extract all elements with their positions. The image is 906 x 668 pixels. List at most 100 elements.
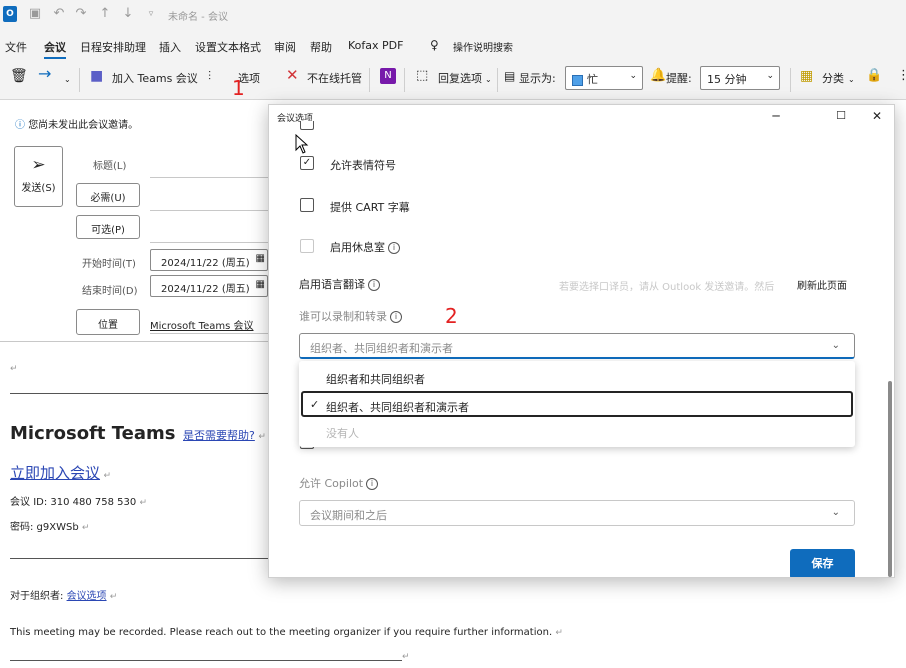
- info-icon[interactable]: i: [366, 478, 379, 490]
- categorize-button[interactable]: 分类: [822, 70, 844, 86]
- info-icon[interactable]: i: [368, 279, 380, 291]
- ribbon: 🗑 → ⌄ ■ 加入 Teams 会议 ⫶ 选项 ✕ 不在线托管 N ⬚ 回复选…: [0, 60, 906, 100]
- close-icon[interactable]: ✕: [870, 109, 884, 123]
- paragraph-mark: ↵: [139, 498, 148, 508]
- record-option-organizers-coorganizers[interactable]: 组织者和共同组织者: [299, 365, 855, 391]
- send-button[interactable]: ➢ 发送(S): [14, 146, 63, 207]
- ribbon-separator: [79, 68, 80, 92]
- cart-checkbox[interactable]: [300, 198, 314, 212]
- join-teams-button[interactable]: 加入 Teams 会议: [112, 70, 198, 86]
- ribbon-separator: [404, 68, 405, 92]
- calendar-icon[interactable]: ▦: [256, 253, 265, 264]
- language-label: 启用语言翻译: [299, 278, 365, 291]
- reminder-select[interactable]: 15 分钟 ⌄: [700, 66, 780, 90]
- end-date-value: 2024/11/22 (周五): [161, 284, 250, 295]
- location-value[interactable]: Microsoft Teams 会议: [150, 317, 254, 332]
- categorize-dropdown-icon[interactable]: ⌄: [848, 73, 855, 87]
- meeting-id: ID: 310 480 758 530: [33, 497, 137, 508]
- send-label: 发送(S): [21, 183, 56, 194]
- active-tab-indicator: [44, 57, 66, 59]
- forward-dropdown-icon[interactable]: ⌄: [64, 73, 71, 87]
- reminder-label: 提醒:: [666, 72, 692, 85]
- annotation-1: 1: [232, 76, 245, 100]
- up-arrow-icon[interactable]: ↑: [98, 7, 112, 21]
- chevron-down-icon: ⌄: [766, 71, 774, 81]
- calendar-icon[interactable]: ▦: [256, 279, 265, 290]
- customize-qat-icon[interactable]: ▿: [144, 7, 158, 21]
- breakout-checkbox[interactable]: [300, 239, 314, 253]
- menu-file[interactable]: 文件: [5, 39, 27, 55]
- unsent-notice: ⓘ 您尚未发出此会议邀请。: [15, 116, 138, 131]
- show-as-select[interactable]: 忙 ⌄: [565, 66, 643, 90]
- language-row: 启用语言翻译 i: [299, 276, 380, 292]
- allow-emoji-label: 允许表情符号: [330, 159, 396, 172]
- forward-icon[interactable]: →: [38, 66, 51, 82]
- more-icon[interactable]: ⋮: [897, 69, 906, 83]
- info-icon[interactable]: i: [388, 242, 400, 254]
- tell-me-search[interactable]: 操作说明搜索: [453, 39, 513, 54]
- save-icon[interactable]: ▣: [28, 7, 42, 21]
- undo-icon[interactable]: ↶: [52, 7, 66, 21]
- redo-icon[interactable]: ↷: [74, 7, 88, 21]
- save-button[interactable]: 保存: [790, 549, 855, 577]
- paragraph-mark: ↵: [402, 652, 410, 662]
- allow-emoji-checkbox[interactable]: ✓: [300, 156, 314, 170]
- not-online-icon[interactable]: ✕: [286, 68, 299, 83]
- record-row: 谁可以录制和转录 i: [299, 308, 402, 324]
- categorize-icon: ▦: [800, 68, 814, 84]
- not-online-button[interactable]: 不在线托管: [307, 70, 362, 86]
- location-button[interactable]: 位置: [76, 309, 140, 335]
- option-label: 组织者和共同组织者: [326, 373, 425, 386]
- meeting-options-dialog: 会议选项 ─ ☐ ✕ ✓ 允许表情符号 提供 CART 字幕 启用休息室 i 启用…: [268, 104, 895, 578]
- lightbulb-icon: ♀: [430, 38, 439, 52]
- dialog-scrollbar[interactable]: [888, 381, 892, 577]
- help-link[interactable]: 是否需要帮助?: [183, 429, 255, 442]
- required-attendees-input[interactable]: [150, 210, 268, 211]
- checkbox-partial[interactable]: [300, 121, 314, 130]
- info-icon[interactable]: i: [390, 311, 402, 323]
- optional-attendees-input[interactable]: [150, 242, 268, 243]
- separator-line: [10, 558, 268, 559]
- meeting-id-label: 会议: [10, 497, 30, 508]
- delete-icon[interactable]: 🗑: [10, 69, 28, 83]
- minimize-icon[interactable]: ─: [769, 109, 783, 123]
- onenote-icon[interactable]: N: [380, 68, 396, 84]
- passcode: 密码: g9XWSb: [10, 522, 79, 533]
- cart-label: 提供 CART 字幕: [330, 201, 410, 214]
- menu-kofax-pdf[interactable]: Kofax PDF: [348, 39, 403, 52]
- passcode-row: 密码: g9XWSb ↵: [10, 518, 89, 533]
- outlook-logo-icon: O: [3, 6, 17, 22]
- copilot-select[interactable]: 会议期间和之后 ⌄: [299, 500, 855, 526]
- record-option-organizers-presenters[interactable]: ✓ 组织者、共同组织者和演示者: [301, 391, 853, 417]
- option-label: 组织者、共同组织者和演示者: [326, 401, 469, 414]
- title-input[interactable]: [150, 177, 268, 178]
- reply-dropdown-icon[interactable]: ⌄: [485, 73, 492, 87]
- optional-button[interactable]: 可选(P): [76, 215, 140, 239]
- record-select[interactable]: 组织者、共同组织者和演示者 ⌄: [299, 333, 855, 359]
- meeting-options-link[interactable]: 会议选项: [67, 591, 107, 602]
- dialog-title-bar: 会议选项 ─ ☐ ✕: [269, 105, 894, 129]
- recording-notice: This meeting may be recorded. Please rea…: [10, 627, 553, 638]
- menu-scheduling-assistant[interactable]: 日程安排助理: [80, 39, 146, 55]
- teams-heading-row: Microsoft Teams 是否需要帮助? ↵: [10, 423, 266, 444]
- organizer-row: 对于组织者: 会议选项 ↵: [10, 587, 117, 602]
- menu-format-text[interactable]: 设置文本格式: [195, 39, 261, 55]
- refresh-page-link[interactable]: 刷新此页面: [797, 277, 847, 292]
- options-icon[interactable]: ⫶: [208, 69, 211, 83]
- lock-icon[interactable]: 🔒: [866, 69, 882, 83]
- paragraph-mark: ↵: [10, 364, 18, 374]
- record-option-nobody[interactable]: 没有人: [299, 419, 855, 445]
- annotation-2: 2: [445, 304, 458, 328]
- menu-review[interactable]: 审阅: [274, 39, 296, 55]
- reply-options-icon: ⬚: [416, 68, 429, 83]
- menu-help[interactable]: 帮助: [310, 39, 332, 55]
- menu-insert[interactable]: 插入: [159, 39, 181, 55]
- start-date-input[interactable]: 2024/11/22 (周五) ▦: [150, 249, 268, 271]
- maximize-icon[interactable]: ☐: [834, 109, 848, 122]
- menu-meeting[interactable]: 会议: [44, 39, 66, 55]
- join-meeting-link[interactable]: 立即加入会议: [10, 464, 100, 482]
- reply-options-button[interactable]: 回复选项: [438, 70, 482, 86]
- required-button[interactable]: 必需(U): [76, 183, 140, 207]
- down-arrow-icon[interactable]: ↓: [121, 7, 135, 21]
- end-date-input[interactable]: 2024/11/22 (周五) ▦: [150, 275, 268, 297]
